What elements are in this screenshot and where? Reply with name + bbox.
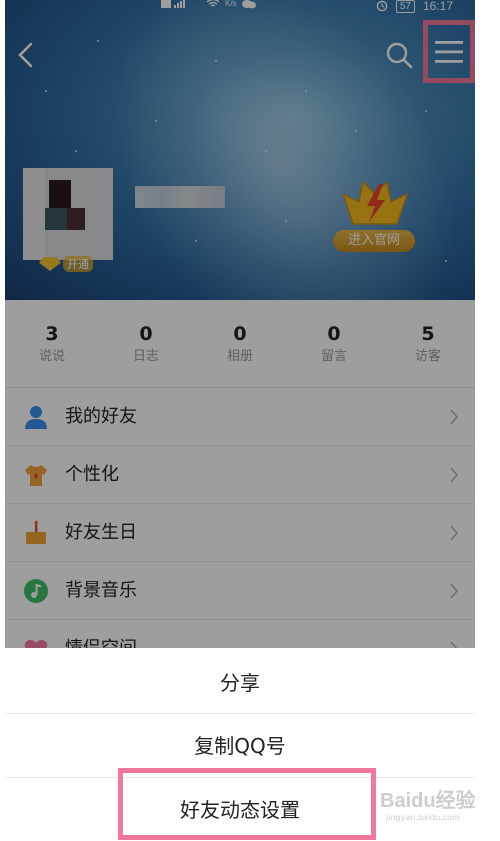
highlight-box	[118, 768, 376, 840]
modal-dim-overlay[interactable]	[5, 0, 475, 648]
share-button[interactable]: 分享	[5, 648, 475, 714]
watermark-url: jingyan.baidu.com	[386, 813, 460, 822]
watermark-logo: Baidu经验	[380, 790, 476, 812]
screen: K/s 57 16:17 开通 进入官网 3 说说 0 日志 0 相册 0 留言…	[5, 0, 475, 841]
